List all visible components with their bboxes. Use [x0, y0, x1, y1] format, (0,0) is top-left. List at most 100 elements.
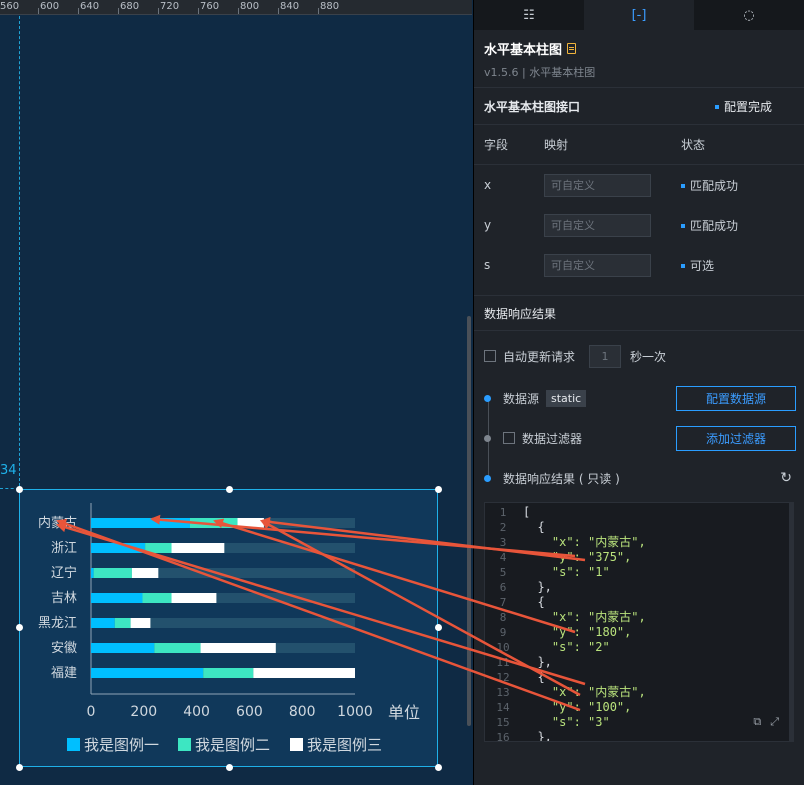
bar-segment[interactable] — [171, 543, 225, 553]
resize-handle-top-right[interactable] — [435, 486, 442, 493]
resize-handle-left[interactable] — [16, 624, 23, 631]
unit-label: 单位 — [388, 703, 420, 722]
line-number: 10 — [496, 641, 510, 654]
bar-segment[interactable] — [130, 618, 151, 628]
resize-handle-bottom-left[interactable] — [16, 764, 23, 771]
config-panel: ☷ [-] ◌ 水平基本柱图 v1.5.6 | 水平基本柱图 水平基本柱图接口 … — [473, 0, 804, 785]
bar-segment[interactable] — [91, 643, 155, 653]
field-table-header: 字段 映射 状态 — [474, 125, 804, 165]
component-version: v1.5.6 | 水平基本柱图 — [484, 66, 596, 79]
bar-segment[interactable] — [91, 568, 94, 578]
legend-label[interactable]: 我是图例二 — [195, 736, 270, 754]
result-row: 数据响应结果 ( 只读 ) ↻ — [474, 458, 804, 498]
bar-segment[interactable] — [190, 518, 238, 528]
tab-style[interactable]: ☷ — [474, 0, 584, 30]
tab-data[interactable]: [-] — [584, 0, 694, 30]
status-dot-icon — [681, 184, 685, 188]
field-map-input-s[interactable]: 可自定义 — [544, 253, 651, 277]
editor-canvas[interactable]: 34 内蒙古 浙江 辽宁 吉林 黑龙江 安徽 福建 0 200 400 600 800 1000 单位 我是… — [0, 16, 472, 785]
line-number: 11 — [496, 656, 510, 669]
code-line: 11 }, — [485, 655, 793, 670]
code-text: [ — [523, 505, 531, 519]
interval-suffix: 秒一次 — [630, 349, 667, 364]
filter-checkbox[interactable] — [503, 432, 515, 444]
code-line: 4 "y": "375", — [485, 550, 793, 565]
refresh-icon[interactable]: ↻ — [780, 470, 792, 486]
resize-handle-bottom-right[interactable] — [435, 764, 442, 771]
datasource-type-tag: static — [546, 389, 587, 407]
response-section-title: 数据响应结果 — [474, 295, 804, 331]
configure-datasource-button[interactable]: 配置数据源 — [676, 385, 796, 411]
bar-segment[interactable] — [145, 543, 172, 553]
legend-swatch[interactable] — [178, 738, 191, 751]
interface-title: 水平基本柱图接口 — [484, 99, 581, 114]
legend-swatch[interactable] — [290, 738, 303, 751]
chart-component[interactable]: 内蒙古 浙江 辽宁 吉林 黑龙江 安徽 福建 0 200 400 600 800 1000 单位 我是图例一… — [16, 486, 442, 771]
response-code-viewer[interactable]: 1[2 {3 "x": "内蒙古", 4 "y": "375", 5 "s": "1… — [484, 502, 794, 742]
ruler-tick — [158, 8, 159, 14]
header-field: 字段 — [484, 138, 509, 152]
bar-segment[interactable] — [131, 568, 159, 578]
bar-segment[interactable] — [171, 593, 217, 603]
bar-segment[interactable] — [237, 518, 264, 528]
line-number: 9 — [499, 626, 507, 639]
legend-swatch[interactable] — [67, 738, 80, 751]
document-icon[interactable] — [567, 43, 577, 54]
legend-label[interactable]: 我是图例三 — [307, 736, 382, 754]
add-filter-button[interactable]: 添加过滤器 — [676, 425, 796, 451]
status-dot-icon — [681, 224, 685, 228]
copy-icon[interactable]: ⧉ — [753, 715, 761, 729]
ruler-tick — [38, 8, 39, 14]
x-tick-label: 1000 — [337, 704, 373, 720]
resize-handle-top-left[interactable] — [16, 486, 23, 493]
line-number: 8 — [499, 611, 507, 624]
field-map-input-x[interactable]: 可自定义 — [544, 173, 651, 197]
status-dot-icon — [714, 105, 719, 109]
bar-segment[interactable] — [91, 593, 143, 603]
field-map-input-y[interactable]: 可自定义 — [544, 213, 651, 237]
y-tick-label: 吉林 — [51, 591, 77, 606]
bar-segment[interactable] — [142, 593, 172, 603]
bar-segment[interactable] — [203, 668, 254, 678]
line-number: 5 — [499, 566, 507, 579]
code-text: }, — [523, 730, 552, 742]
field-row-y: y 可自定义 匹配成功 — [474, 205, 804, 245]
code-scrollbar[interactable] — [789, 503, 793, 741]
bar-segment[interactable] — [91, 543, 146, 553]
horizontal-ruler: 560 600 640 680 720 760 800 840 880 — [0, 0, 472, 15]
component-header: 水平基本柱图 v1.5.6 | 水平基本柱图 — [474, 30, 804, 88]
expand-icon[interactable]: ⤢ — [770, 715, 779, 729]
auto-update-checkbox[interactable] — [484, 350, 496, 362]
y-tick-label: 浙江 — [51, 541, 77, 556]
x-tick-label: 200 — [130, 704, 157, 720]
result-label: 数据响应结果 ( 只读 ) — [503, 471, 620, 486]
code-text: "x": "内蒙古", — [523, 535, 646, 549]
code-text: "s": "2" — [523, 640, 610, 654]
bar-segment[interactable] — [114, 618, 131, 628]
bar-segment[interactable] — [253, 668, 355, 678]
resize-handle-bottom[interactable] — [226, 764, 233, 771]
line-number: 6 — [499, 581, 507, 594]
datasource-row: 数据源 static 配置数据源 — [474, 378, 804, 418]
bar-segment[interactable] — [154, 643, 201, 653]
resize-handle-top[interactable] — [226, 486, 233, 493]
legend-label[interactable]: 我是图例一 — [84, 736, 159, 754]
resize-handle-right[interactable] — [435, 624, 442, 631]
canvas-scrollbar[interactable] — [467, 316, 471, 726]
code-line: 3 "x": "内蒙古", — [485, 535, 793, 550]
bar-segment[interactable] — [200, 643, 276, 653]
tab-interaction[interactable]: ◌ — [694, 0, 804, 30]
bar-segment[interactable] — [93, 568, 132, 578]
ruler-tick — [318, 8, 319, 14]
bar-segment[interactable] — [91, 618, 115, 628]
bar-segment[interactable] — [91, 518, 190, 528]
bar-segment[interactable] — [91, 668, 204, 678]
ruler-tick-label: 760 — [200, 1, 220, 12]
code-line: 1[ — [485, 505, 793, 520]
pipeline-dot — [484, 394, 491, 402]
update-interval-input[interactable]: 1 — [589, 344, 622, 368]
code-line: 16 }, — [485, 730, 793, 742]
interaction-icon: ◌ — [743, 7, 755, 23]
x-tick-label: 0 — [87, 704, 96, 720]
ruler-tick — [278, 8, 279, 14]
